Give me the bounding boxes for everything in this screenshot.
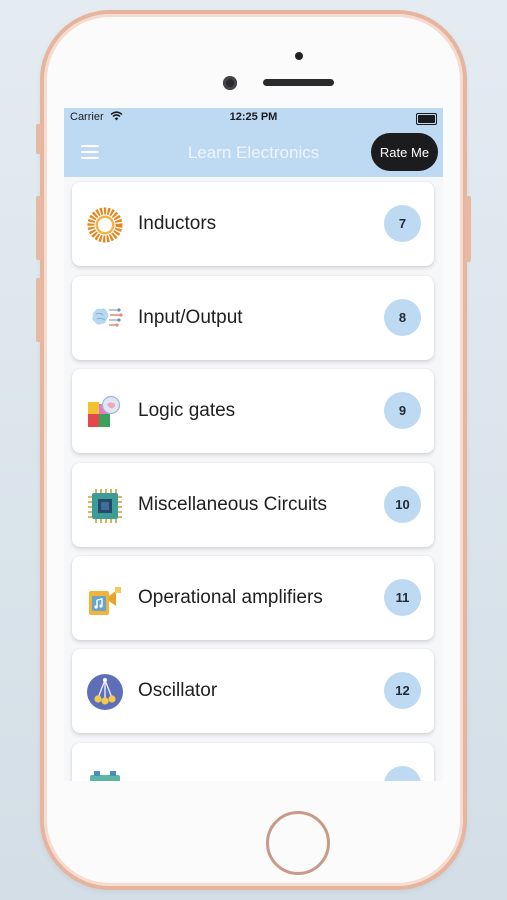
mute-switch xyxy=(36,124,42,154)
topic-label: Input/Output xyxy=(138,307,243,328)
earpiece-speaker xyxy=(263,79,334,86)
topic-label: Miscellaneous Circuits xyxy=(138,494,328,515)
topic-card-inductors[interactable]: Inductors 7 xyxy=(72,182,434,266)
oscillator-pendulum-icon xyxy=(87,674,123,710)
battery-icon xyxy=(416,113,437,125)
home-button[interactable] xyxy=(266,811,330,875)
topic-count-badge: 10 xyxy=(384,486,421,523)
inductor-coil-icon xyxy=(87,207,123,243)
power-supply-icon xyxy=(90,771,120,781)
topic-card-logic-gates[interactable]: Logic gates 9 xyxy=(72,369,434,453)
topic-count-badge: 9 xyxy=(384,392,421,429)
topic-card-operational-amplifiers[interactable]: Operational amplifiers 11 xyxy=(72,556,434,640)
rate-me-button[interactable]: Rate Me xyxy=(371,133,438,171)
topic-card-input-output[interactable]: Input/Output 8 xyxy=(72,276,434,360)
topic-label: Operational amplifiers xyxy=(138,587,323,608)
topic-card-miscellaneous-circuits[interactable]: Miscellaneous Circuits 10 xyxy=(72,463,434,547)
proximity-sensor xyxy=(295,52,303,60)
microchip-icon xyxy=(88,489,122,523)
front-camera xyxy=(223,76,237,90)
topic-card-oscillator[interactable]: Oscillator 12 xyxy=(72,649,434,733)
topic-card-partial[interactable] xyxy=(72,743,434,781)
topic-count-badge: 12 xyxy=(384,672,421,709)
topic-count-badge: 7 xyxy=(384,205,421,242)
volume-up-button xyxy=(36,196,42,260)
topic-label: Logic gates xyxy=(138,400,236,421)
app-header: Carrier 12:25 PM Learn Electronics Rate … xyxy=(64,108,443,177)
amplifier-speaker-icon xyxy=(89,587,121,615)
power-button xyxy=(465,196,471,262)
volume-down-button xyxy=(36,278,42,342)
status-time: 12:25 PM xyxy=(229,111,278,123)
topic-count-badge xyxy=(384,766,421,781)
topic-count-badge: 11 xyxy=(384,579,421,616)
input-output-icon xyxy=(92,308,123,327)
app-screen: Carrier 12:25 PM Learn Electronics Rate … xyxy=(64,108,443,781)
topic-label: Inductors xyxy=(138,213,217,234)
status-bar: Carrier 12:25 PM xyxy=(64,108,443,126)
topic-count-badge: 8 xyxy=(384,299,421,336)
topic-label: Oscillator xyxy=(138,680,218,701)
puzzle-brain-icon xyxy=(88,395,121,427)
